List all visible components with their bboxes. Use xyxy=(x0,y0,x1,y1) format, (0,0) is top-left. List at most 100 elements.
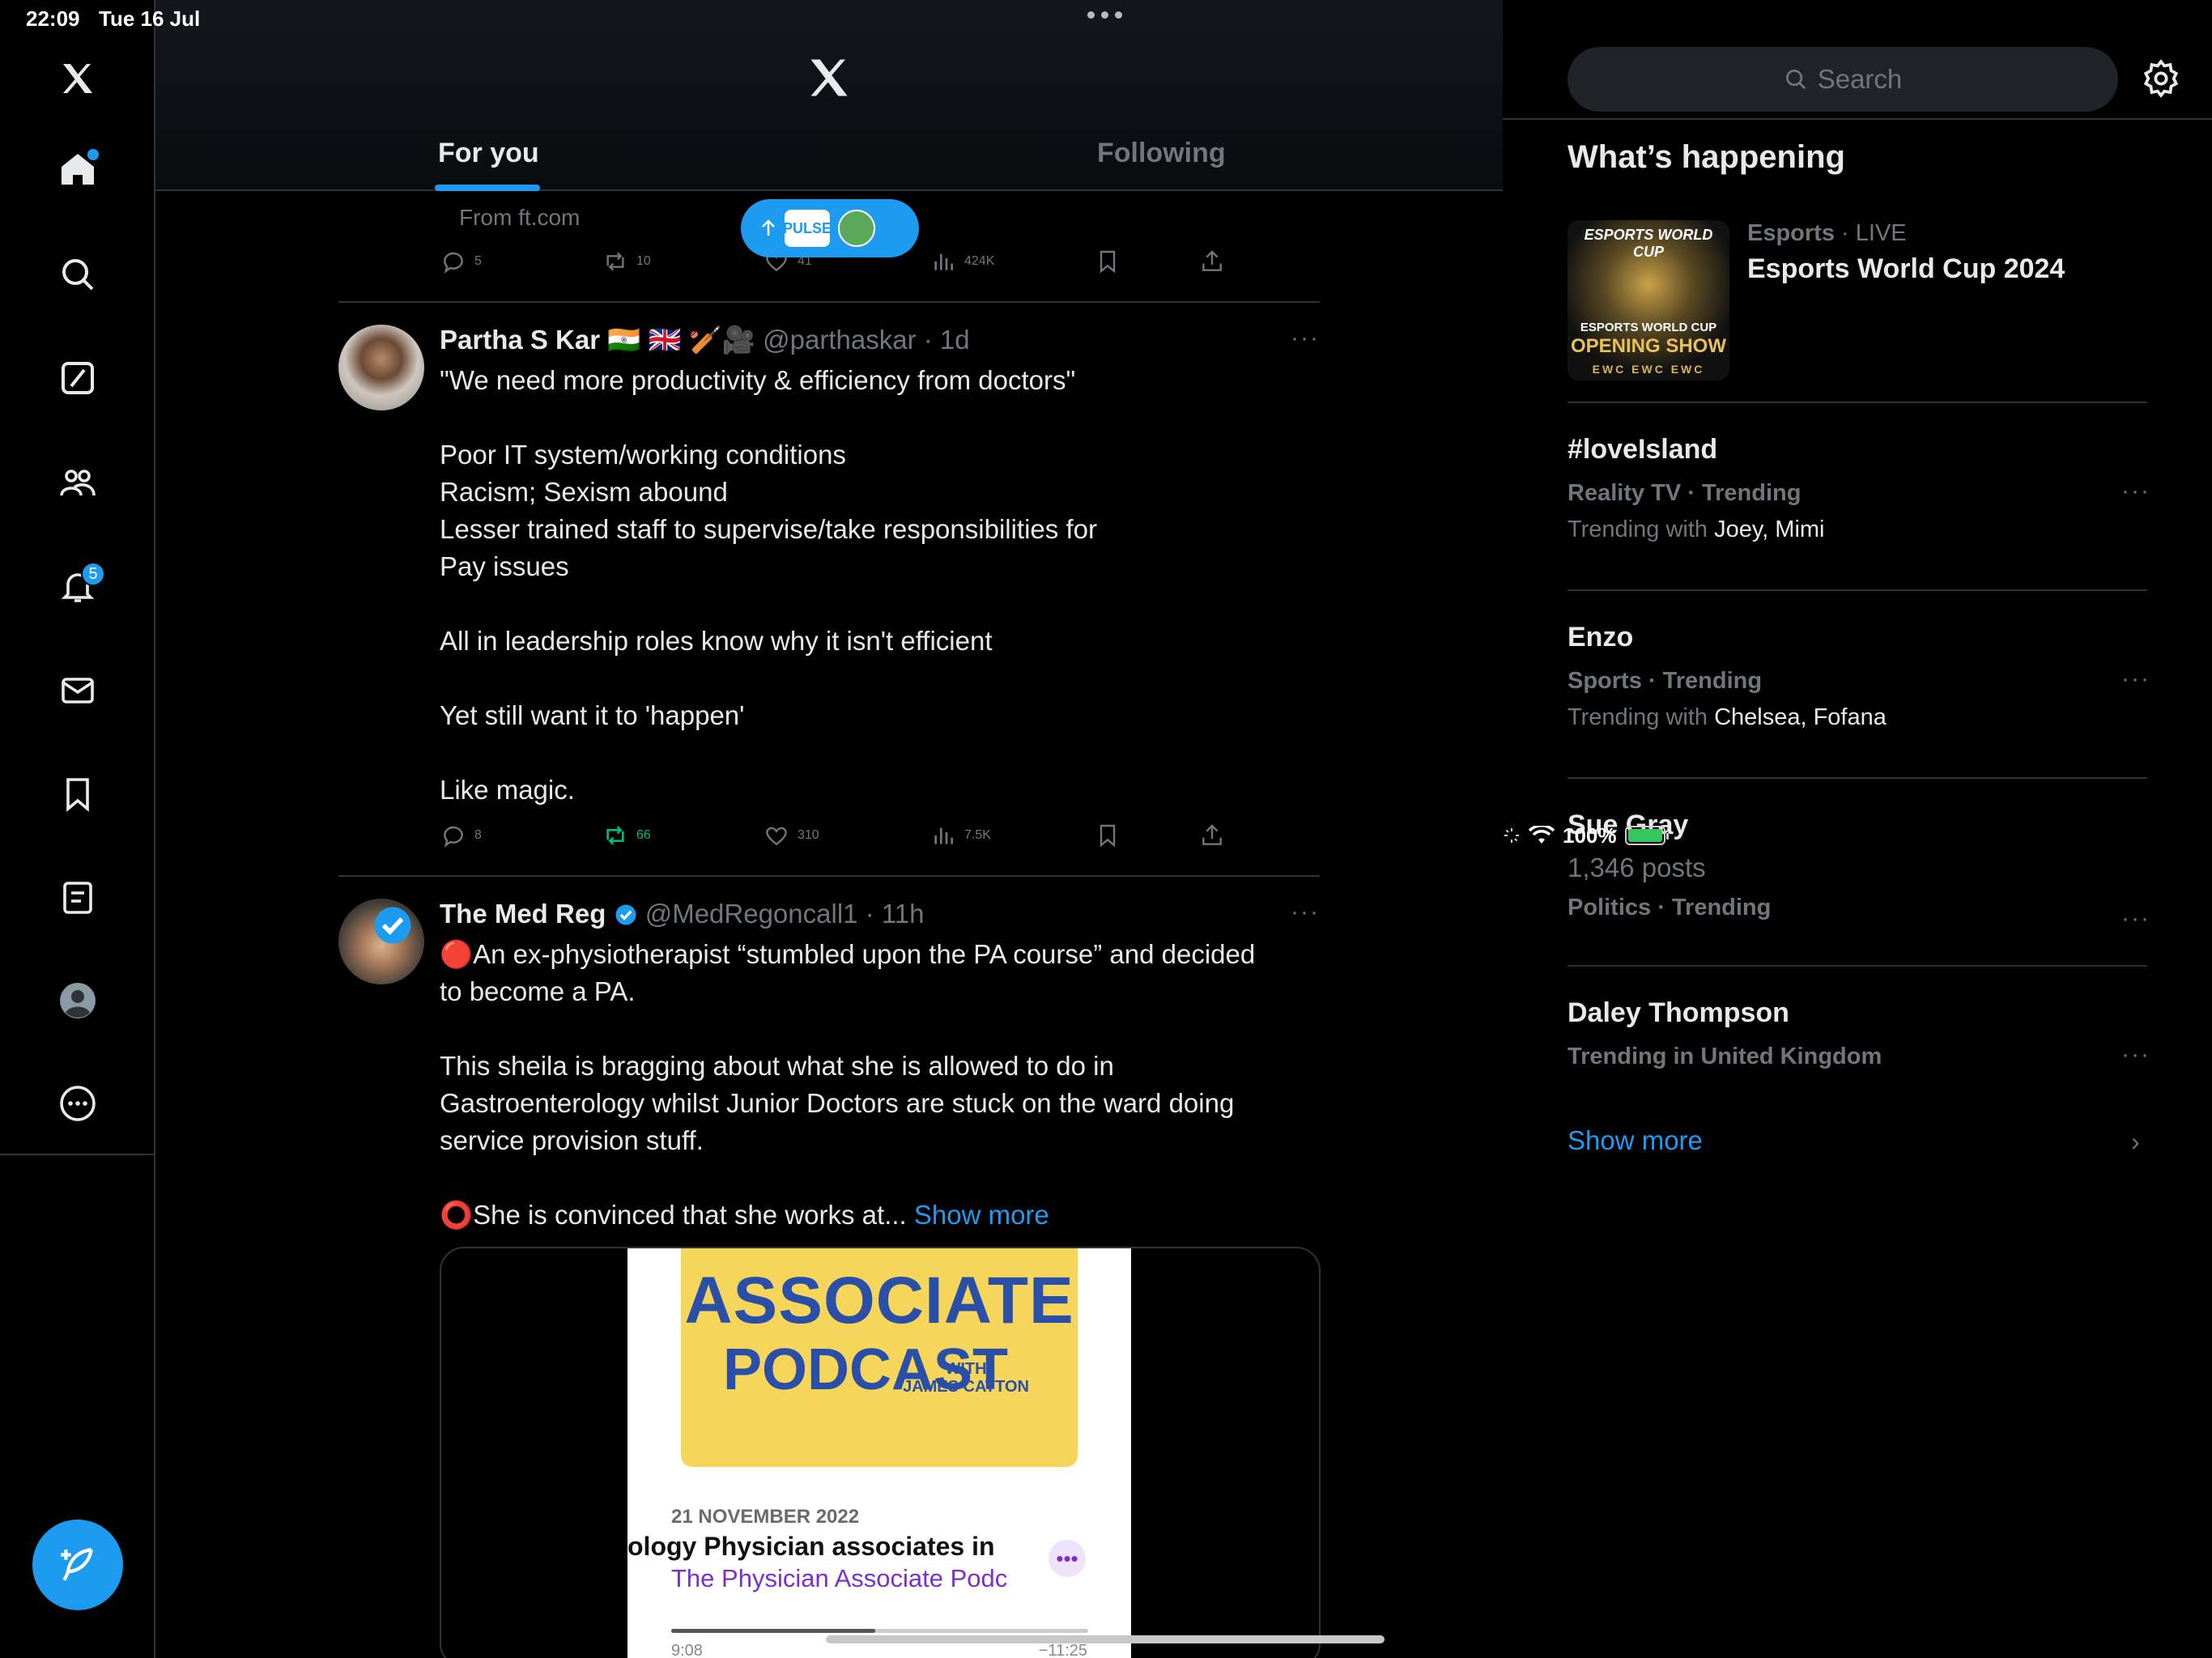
feather-plus-icon xyxy=(61,1548,93,1581)
activity-icon xyxy=(1504,828,1519,843)
nav-home[interactable] xyxy=(45,138,110,202)
views-count: 7.5K xyxy=(964,828,991,842)
tweet-meta: Partha S Kar 🇮🇳 🇬🇧 🏏🎥 @parthaskar · 1d xyxy=(440,325,970,356)
status-time: 22:09 xyxy=(26,6,80,31)
views-chart-icon xyxy=(934,827,953,844)
bookmark-icon xyxy=(1100,250,1116,274)
pill-avatar-1: PULSE xyxy=(783,210,832,247)
compose-button[interactable] xyxy=(32,1520,123,1610)
repost-count: 66 xyxy=(636,828,651,842)
cover-line-1: ASSOCIATE xyxy=(684,1264,1074,1337)
nav-divider xyxy=(0,1154,155,1155)
reply-icon xyxy=(444,826,463,848)
verified-badge-icon xyxy=(374,907,411,944)
share-icon xyxy=(1202,824,1222,845)
like-button[interactable]: 310 xyxy=(764,823,819,848)
bookmark-button[interactable] xyxy=(1095,823,1121,848)
share-button[interactable] xyxy=(1199,249,1225,274)
podcast-remaining: −11:25 xyxy=(1038,1642,1087,1658)
left-nav: 5 xyxy=(0,0,155,1658)
views-chart-icon xyxy=(934,253,953,270)
tweet-divider xyxy=(338,875,1320,877)
repost-icon xyxy=(606,252,624,271)
nav-communities[interactable] xyxy=(45,450,110,515)
heart-icon xyxy=(766,827,787,846)
podcast-elapsed: 9:08 xyxy=(671,1642,703,1658)
arrow-up-icon xyxy=(762,219,775,236)
home-indicator[interactable] xyxy=(826,1635,1385,1643)
tab-for-you[interactable]: For you xyxy=(438,138,539,169)
nav-grok[interactable] xyxy=(45,346,110,410)
home-new-dot xyxy=(87,149,99,160)
tweet-more-button[interactable]: ··· xyxy=(1291,899,1320,926)
avatar[interactable] xyxy=(338,325,424,410)
share-button[interactable] xyxy=(1199,823,1225,848)
x-logo-icon[interactable] xyxy=(805,53,853,102)
nav-explore[interactable] xyxy=(45,242,110,307)
active-tab-indicator xyxy=(435,185,540,191)
nav-notifications[interactable]: 5 xyxy=(45,554,110,619)
tweet-media[interactable]: ASSOCIATE PODCAST WITH JAMES CATTON 21 NO… xyxy=(440,1247,1321,1658)
repost-icon xyxy=(606,826,624,845)
profile-avatar-icon xyxy=(60,983,96,1018)
battery-percent: 100% xyxy=(1563,823,1617,848)
repost-button[interactable]: 66 xyxy=(602,823,651,848)
author-name[interactable]: The Med Reg xyxy=(440,899,606,929)
podcast-date: 21 NOVEMBER 2022 xyxy=(671,1506,860,1528)
status-date: Tue 16 Jul xyxy=(99,6,201,31)
author-handle[interactable]: @parthaskar xyxy=(763,325,916,355)
nav-bookmarks[interactable] xyxy=(45,762,110,827)
reply-button[interactable]: 5 xyxy=(440,249,482,274)
tweet-time: · 11h xyxy=(865,899,925,929)
reply-button[interactable]: 8 xyxy=(440,823,482,848)
reply-count: 8 xyxy=(474,828,482,842)
reply-icon xyxy=(444,252,463,274)
pill-avatar-2 xyxy=(838,210,875,247)
tab-following[interactable]: Following xyxy=(1097,138,1226,169)
tweet-time: · 1d xyxy=(923,325,970,355)
reply-count: 5 xyxy=(474,254,482,268)
tweet-divider xyxy=(338,301,1320,303)
bookmark-icon xyxy=(66,778,89,812)
search-icon xyxy=(62,259,94,291)
nav-profile[interactable] xyxy=(45,968,110,1033)
list-icon xyxy=(63,882,92,914)
podcast-screenshot: ASSOCIATE PODCAST WITH JAMES CATTON 21 NO… xyxy=(627,1248,1131,1658)
verified-icon xyxy=(615,904,636,925)
tweet-partha[interactable]: Partha S Kar 🇮🇳 🇬🇧 🏏🎥 @parthaskar · 1d ·… xyxy=(338,325,1320,859)
bookmark-button[interactable] xyxy=(1095,249,1121,274)
podcast-show: The Physician Associate Podc xyxy=(671,1564,1008,1592)
nav-messages[interactable] xyxy=(45,658,110,723)
like-count: 310 xyxy=(798,828,819,842)
x-logo-icon[interactable] xyxy=(45,46,110,111)
mail-icon xyxy=(62,678,94,704)
share-icon xyxy=(1202,250,1222,271)
author-name[interactable]: Partha S Kar xyxy=(440,325,600,355)
more-circle-icon xyxy=(60,1086,96,1121)
views-button[interactable]: 7.5K xyxy=(930,823,991,848)
bookmark-icon xyxy=(1100,824,1116,848)
new-posts-pill[interactable]: PULSE xyxy=(741,199,919,257)
show-more-link[interactable]: Show more xyxy=(914,1200,1049,1230)
tweet-text: "We need more productivity & efficiency … xyxy=(440,365,1097,805)
views-button[interactable]: 424K xyxy=(930,249,994,274)
repost-count: 10 xyxy=(636,254,651,268)
podcast-cover: ASSOCIATE PODCAST WITH JAMES CATTON xyxy=(681,1248,1078,1467)
avatar[interactable] xyxy=(338,899,424,984)
multitasking-dots[interactable] xyxy=(1087,11,1122,19)
repost-button[interactable]: 10 xyxy=(602,249,651,274)
link-source[interactable]: From ft.com xyxy=(459,205,580,231)
communities-icon xyxy=(60,470,96,496)
timeline-column: For you Following PULSE From ft.com 5 10… xyxy=(155,0,1503,1658)
podcast-more-icon: ••• xyxy=(1049,1540,1086,1577)
author-handle[interactable]: @MedRegoncall1 xyxy=(645,899,858,929)
nav-lists[interactable] xyxy=(45,865,110,930)
podcast-title: ology Physician associates in xyxy=(627,1532,995,1561)
tweet-last-line: ⭕She is convinced that she works at... xyxy=(440,1200,907,1230)
nav-more[interactable] xyxy=(45,1071,110,1136)
grok-icon xyxy=(62,362,94,394)
views-count: 424K xyxy=(964,254,995,268)
tweet-more-button[interactable]: ··· xyxy=(1291,325,1320,352)
status-bar: 22:09 Tue 16 Jul 100% xyxy=(0,0,2212,848)
tweet-text: 🔴An ex-physiotherapist “stumbled upon th… xyxy=(440,939,1256,1230)
